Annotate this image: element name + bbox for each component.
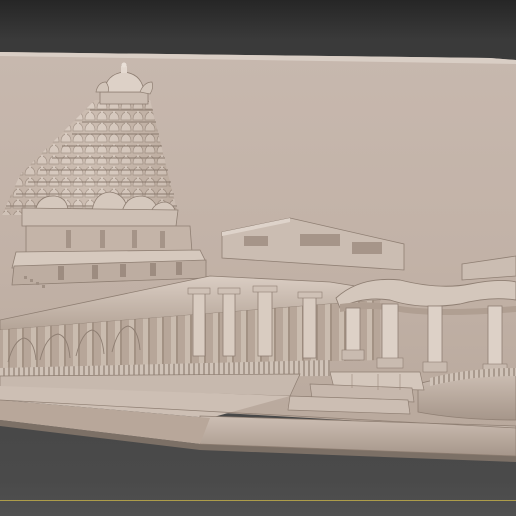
temple-relief-model — [0, 52, 516, 462]
tower-storeys — [11, 207, 207, 288]
3d-viewport[interactable] — [0, 0, 516, 516]
viewport-ground-line — [0, 500, 516, 501]
